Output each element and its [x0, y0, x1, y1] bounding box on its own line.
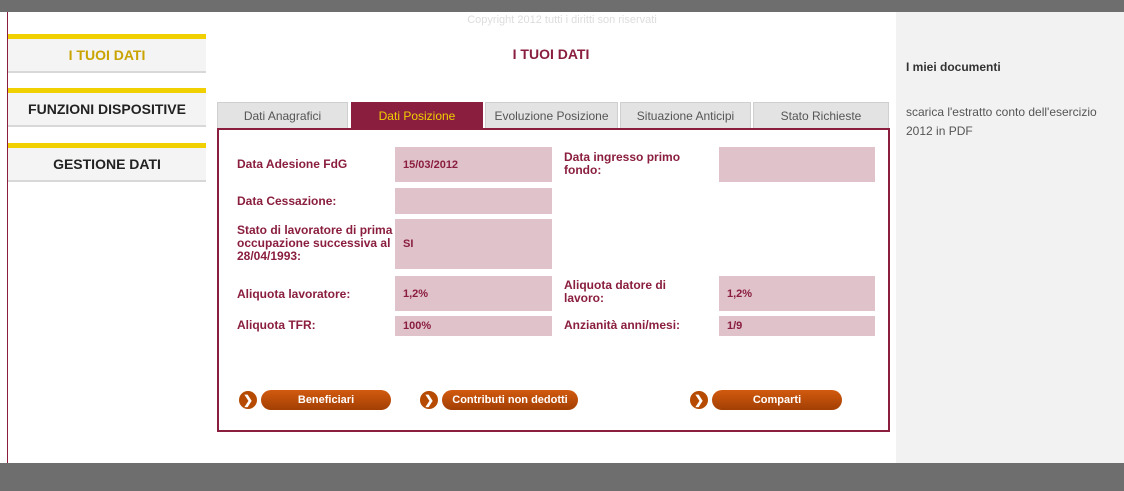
aliquota-datore-label: Aliquota datore di lavoro: [564, 278, 666, 305]
anzianita-label: Anzianità anni/mesi: [564, 318, 681, 332]
comparti-button[interactable]: ❯ Comparti [690, 390, 842, 410]
tab-situazione-anticipi[interactable]: Situazione Anticipi [620, 102, 751, 128]
chevron-right-icon: ❯ [239, 391, 257, 409]
data-ingresso-value [719, 147, 875, 182]
tab-label: Stato Richieste [780, 108, 862, 123]
footer [0, 463, 1124, 491]
stato-lavoratore-label: Stato di lavoratore di prima occupazione… [237, 223, 393, 263]
data-cessazione-value [395, 188, 552, 214]
sidebar-title: I miei documenti [906, 60, 1001, 74]
tab-label: Dati Anagrafici [243, 108, 322, 123]
beneficiari-button[interactable]: ❯ Beneficiari [239, 390, 391, 410]
aliquota-lavoratore-value: 1,2% [395, 276, 552, 311]
tab-dati-posizione[interactable]: Dati Posizione [351, 102, 483, 128]
copyright-text: Copyright 2012 tutti i diritti son riser… [467, 14, 657, 26]
chevron-right-icon: ❯ [690, 391, 708, 409]
beneficiari-label: Beneficiari [261, 390, 391, 410]
data-adesione-value: 15/03/2012 [395, 147, 552, 182]
data-cessazione-label: Data Cessazione: [237, 194, 337, 208]
contributi-label: Contributi non dedotti [442, 390, 578, 410]
link-line-1: scarica l'estratto conto dell'esercizio [906, 105, 1097, 119]
stato-lavoratore-value: SI [395, 219, 552, 269]
estratto-conto-link[interactable]: scarica l'estratto conto dell'esercizio … [906, 103, 1124, 141]
nav-item-label: FUNZIONI DISPOSITIVE [28, 101, 186, 117]
data-ingresso-label: Data ingresso primo fondo: [564, 150, 681, 177]
nav-item-label: I TUOI DATI [68, 47, 146, 63]
tab-evoluzione-posizione[interactable]: Evoluzione Posizione [485, 102, 618, 128]
documents-sidebar: I miei documenti scarica l'estratto cont… [896, 12, 1124, 463]
tab-stato-richieste[interactable]: Stato Richieste [753, 102, 889, 128]
data-adesione-label: Data Adesione FdG [237, 157, 348, 171]
nav-item-label: GESTIONE DATI [53, 156, 161, 172]
chevron-right-icon: ❯ [420, 391, 438, 409]
top-bar [0, 0, 1124, 12]
left-border [7, 12, 8, 463]
aliquota-datore-value: 1,2% [719, 276, 875, 311]
aliquota-tfr-label: Aliquota TFR: [237, 318, 316, 332]
tab-dati-anagrafici[interactable]: Dati Anagrafici [217, 102, 348, 128]
aliquota-tfr-value: 100% [395, 316, 552, 336]
dati-posizione-panel: Data Adesione FdG 15/03/2012 Data ingres… [217, 128, 890, 432]
anzianita-value: 1/9 [719, 316, 875, 336]
comparti-label: Comparti [712, 390, 842, 410]
contributi-non-dedotti-button[interactable]: ❯ Contributi non dedotti [420, 390, 578, 410]
tab-label: Evoluzione Posizione [494, 108, 609, 123]
nav-item-gestione-dati[interactable]: GESTIONE DATI [8, 143, 206, 182]
aliquota-lavoratore-label: Aliquota lavoratore: [237, 287, 351, 301]
page-title: I TUOI DATI [512, 46, 590, 62]
tab-label: Dati Posizione [378, 108, 456, 123]
nav-item-i-tuoi-dati[interactable]: I TUOI DATI [8, 34, 206, 73]
nav-item-funzioni-dispositive[interactable]: FUNZIONI DISPOSITIVE [8, 88, 206, 127]
tab-label: Situazione Anticipi [636, 108, 735, 123]
link-line-2: 2012 in PDF [906, 124, 973, 138]
